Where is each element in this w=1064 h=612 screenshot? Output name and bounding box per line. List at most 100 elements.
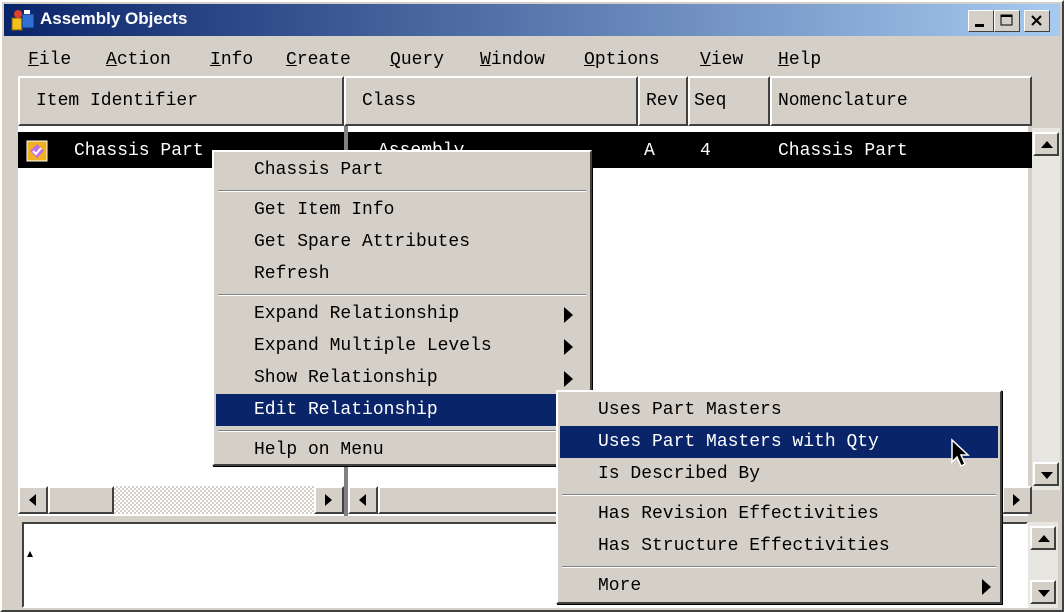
message-scroll-down-button[interactable] — [1030, 580, 1056, 604]
caret-icon — [27, 551, 33, 557]
list-vertical-scrollbar[interactable] — [1032, 128, 1060, 490]
close-button[interactable] — [1024, 10, 1050, 32]
menu-separator — [218, 190, 586, 192]
menu-query[interactable]: Query — [390, 50, 444, 70]
submenu-arrow-icon — [982, 579, 991, 595]
menu-item-get-item-info[interactable]: Get Item Info — [216, 194, 588, 226]
maximize-icon — [1000, 14, 1013, 26]
menu-action[interactable]: Action — [106, 50, 171, 70]
assembly-objects-window: Assembly Objects File Action Info Create… — [0, 0, 1064, 612]
right-scroll-left-button[interactable] — [348, 486, 378, 514]
submenu-item-has-structure-effectivities[interactable]: Has Structure Effectivities — [560, 530, 998, 562]
menu-item-edit-relationship-label: Edit Relationship — [254, 400, 438, 420]
minimize-icon — [975, 24, 984, 27]
menu-item-show-relationship[interactable]: Show Relationship — [216, 362, 588, 394]
submenu-arrow-icon — [564, 371, 573, 387]
arrow-up-icon — [1041, 141, 1053, 148]
menu-action-label: ction — [116, 50, 171, 70]
menu-file-accel: F — [28, 50, 39, 70]
maximize-button[interactable] — [994, 10, 1020, 32]
column-header-rev[interactable]: Rev — [638, 76, 688, 126]
menu-item-expand-relationship[interactable]: Expand Relationship — [216, 298, 588, 330]
menu-file[interactable]: File — [28, 50, 71, 70]
column-header-item-identifier[interactable]: Item Identifier — [18, 76, 344, 126]
menu-separator — [218, 294, 586, 296]
menu-item-expand-multiple-levels[interactable]: Expand Multiple Levels — [216, 330, 588, 362]
menu-item-help-on-menu[interactable]: Help on Menu — [216, 434, 588, 466]
context-menu-header[interactable]: Chassis Part — [216, 154, 588, 186]
submenu-item-more[interactable]: More — [560, 570, 998, 602]
message-scroll-up-button[interactable] — [1030, 526, 1056, 550]
scroll-down-button[interactable] — [1033, 462, 1059, 486]
menu-separator — [218, 430, 586, 432]
submenu-item-uses-part-masters-with-qty[interactable]: Uses Part Masters with Qty — [560, 426, 998, 458]
menu-options-accel: O — [584, 50, 595, 70]
menu-query-label: uery — [400, 50, 445, 70]
menu-item-refresh[interactable]: Refresh — [216, 258, 588, 290]
cell-nomenclature: Chassis Part — [778, 141, 908, 161]
arrow-down-icon — [1041, 472, 1053, 479]
arrow-right-icon — [325, 494, 332, 506]
submenu-item-more-label: More — [598, 576, 642, 596]
submenu-item-uses-part-masters[interactable]: Uses Part Masters — [560, 394, 998, 426]
menu-options[interactable]: Options — [584, 50, 660, 70]
app-icon — [11, 10, 35, 31]
left-horizontal-scrollbar[interactable] — [18, 486, 344, 514]
left-scroll-thumb[interactable] — [48, 486, 114, 514]
message-vertical-scrollbar[interactable] — [1028, 522, 1058, 608]
menu-item-show-relationship-label: Show Relationship — [254, 368, 438, 388]
menu-query-accel: Q — [390, 50, 401, 70]
menu-help[interactable]: Help — [778, 50, 821, 70]
menu-view[interactable]: View — [700, 50, 743, 70]
column-header-nomenclature[interactable]: Nomenclature — [770, 76, 1032, 126]
column-header-class[interactable]: Class — [344, 76, 638, 126]
cell-seq: 4 — [700, 141, 711, 161]
part-icon — [26, 140, 48, 162]
menu-create-accel: C — [286, 50, 297, 70]
menu-action-accel: A — [106, 50, 117, 70]
menu-window[interactable]: Window — [480, 50, 545, 70]
menu-item-expand-relationship-label: Expand Relationship — [254, 304, 460, 324]
menu-window-label: indow — [490, 50, 545, 70]
menu-bar: File Action Info Create Query Window Opt… — [4, 38, 1060, 72]
menu-separator — [562, 494, 996, 496]
left-scroll-track[interactable] — [114, 486, 314, 514]
menu-file-label: ile — [38, 50, 72, 70]
scroll-up-button[interactable] — [1033, 132, 1059, 156]
menu-window-accel: W — [480, 50, 491, 70]
menu-view-label: iew — [710, 50, 744, 70]
cell-item-identifier: Chassis Part — [74, 141, 204, 161]
menu-view-accel: V — [700, 50, 711, 70]
mouse-pointer-icon — [951, 438, 970, 468]
arrow-left-icon — [359, 494, 366, 506]
arrow-left-icon — [29, 494, 36, 506]
cell-rev: A — [644, 141, 655, 161]
window-title: Assembly Objects — [40, 9, 188, 28]
minimize-button[interactable] — [968, 10, 994, 32]
menu-info-accel: I — [210, 50, 221, 70]
column-header-seq[interactable]: Seq — [688, 76, 770, 126]
context-menu: Chassis Part Get Item Info Get Spare Att… — [212, 150, 592, 466]
menu-info-label: nfo — [220, 50, 254, 70]
menu-help-accel: H — [778, 50, 789, 70]
submenu-item-is-described-by[interactable]: Is Described By — [560, 458, 998, 490]
menu-separator — [562, 566, 996, 568]
edit-relationship-submenu: Uses Part Masters Uses Part Masters with… — [556, 390, 1002, 604]
menu-info[interactable]: Info — [210, 50, 253, 70]
scroll-right-button[interactable] — [314, 486, 344, 514]
arrow-down-icon — [1038, 590, 1050, 597]
title-bar[interactable]: Assembly Objects — [4, 4, 1060, 36]
scroll-left-button[interactable] — [18, 486, 48, 514]
right-scroll-right-button[interactable] — [1002, 486, 1032, 514]
menu-create-label: reate — [296, 50, 351, 70]
menu-item-get-spare-attributes[interactable]: Get Spare Attributes — [216, 226, 588, 258]
menu-item-expand-multiple-levels-label: Expand Multiple Levels — [254, 336, 492, 356]
menu-help-label: elp — [788, 50, 822, 70]
submenu-item-has-revision-effectivities[interactable]: Has Revision Effectivities — [560, 498, 998, 530]
arrow-right-icon — [1013, 494, 1020, 506]
arrow-up-icon — [1038, 535, 1050, 542]
menu-item-edit-relationship[interactable]: Edit Relationship — [216, 394, 588, 426]
menu-create[interactable]: Create — [286, 50, 351, 70]
submenu-arrow-icon — [564, 339, 573, 355]
close-icon — [1031, 15, 1042, 26]
